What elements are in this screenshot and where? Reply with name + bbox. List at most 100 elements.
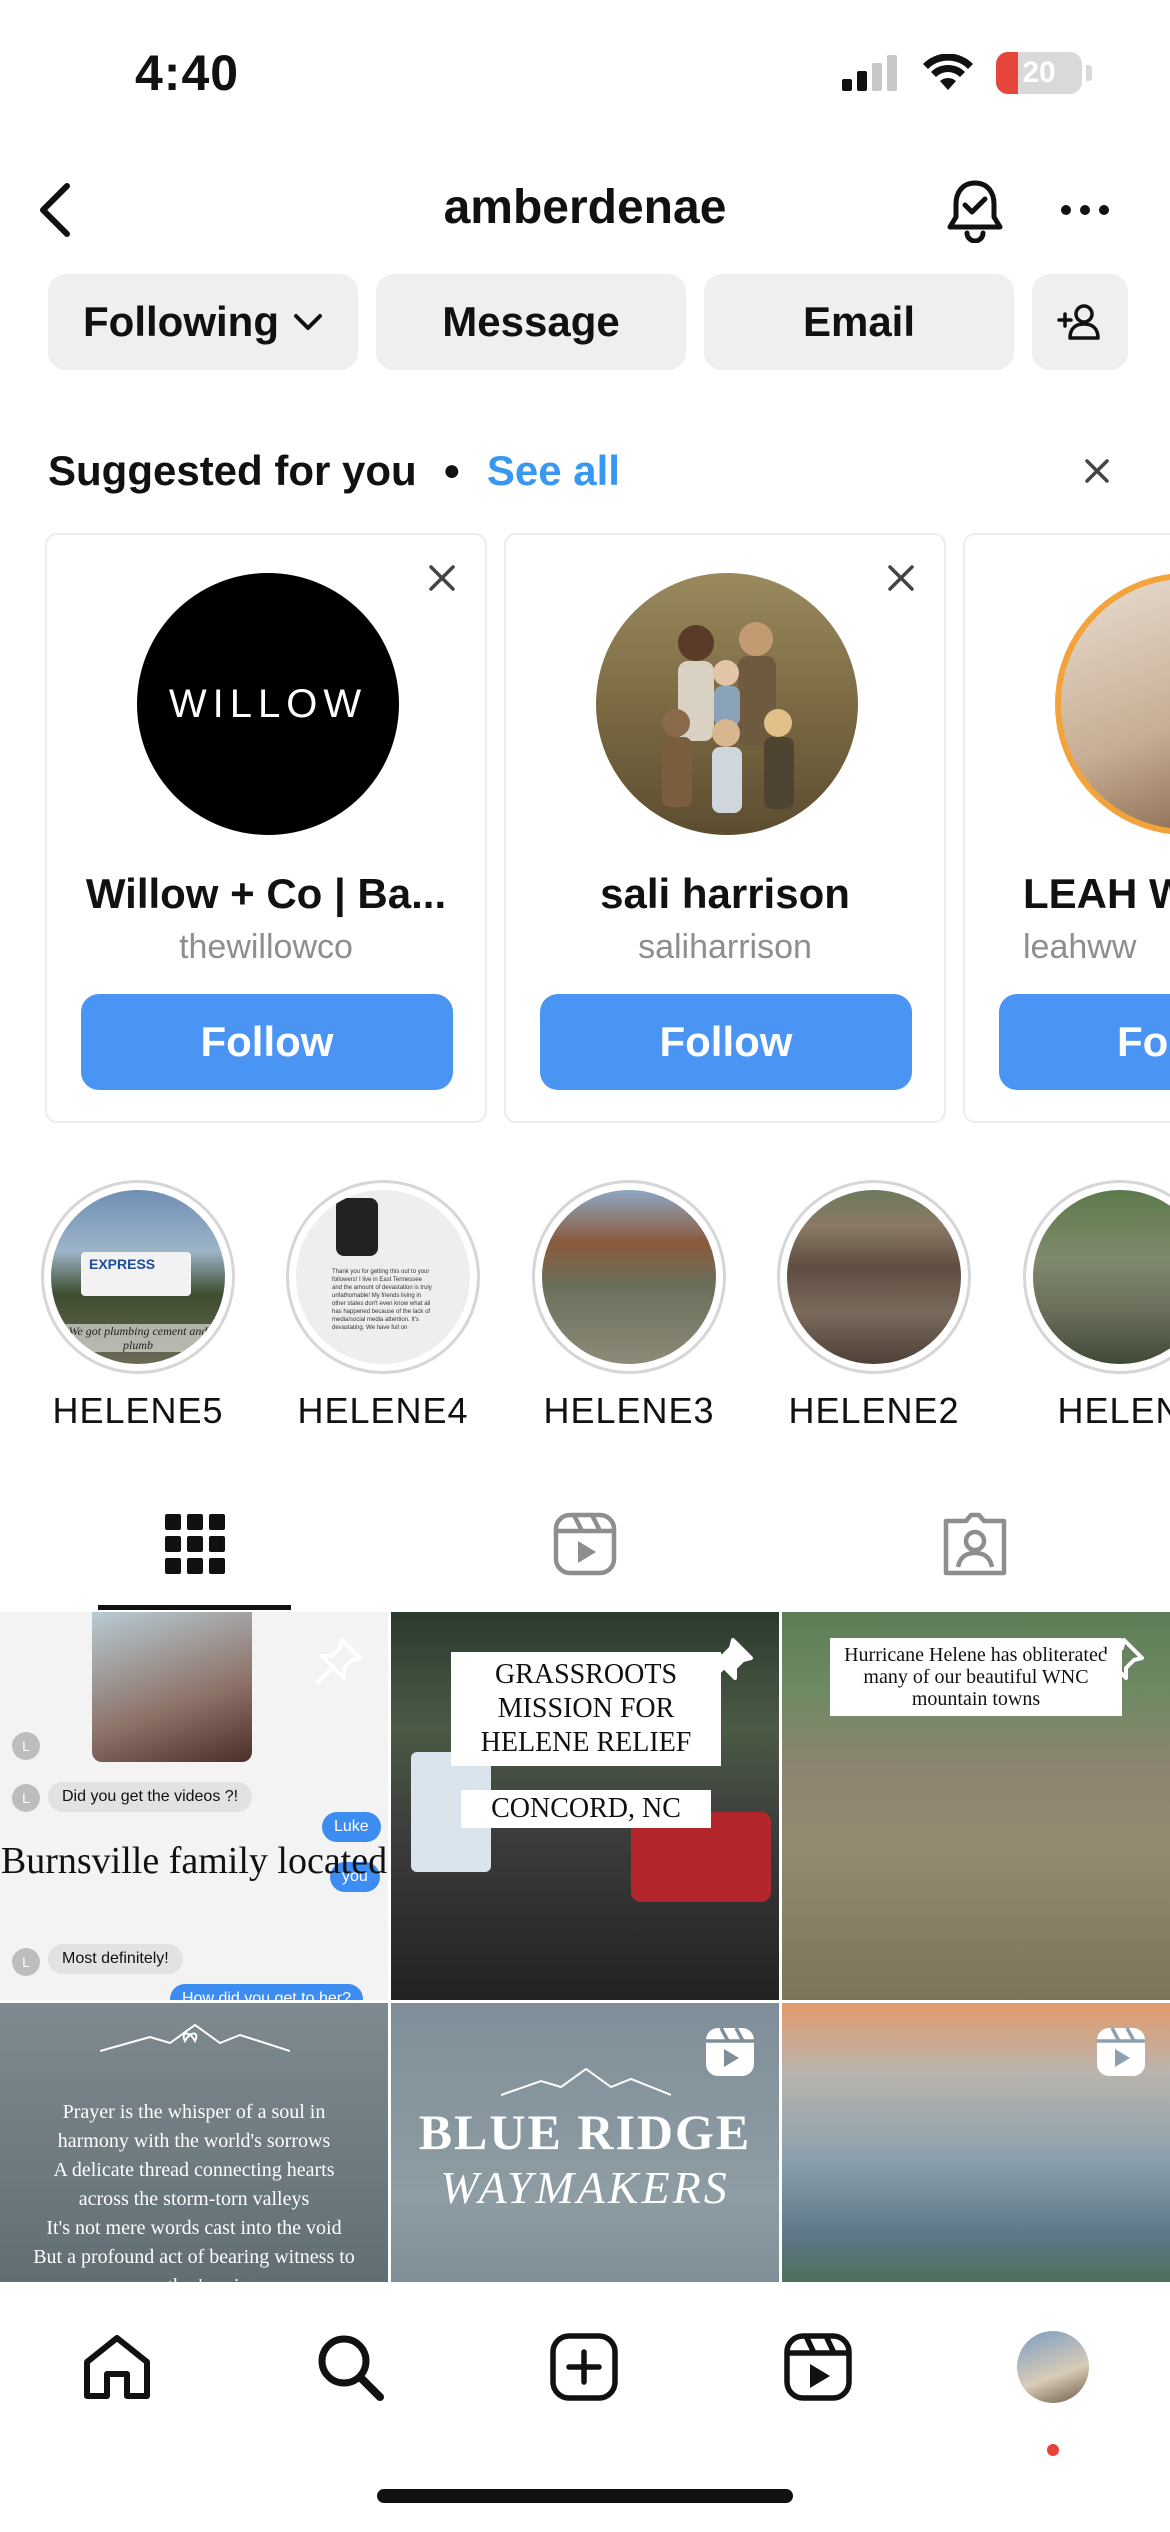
- separator-dot: ●: [442, 454, 461, 487]
- notifications-button[interactable]: [940, 173, 1010, 247]
- post-photo: [92, 1612, 252, 1762]
- suggested-card[interactable]: sali harrison saliharrison Follow: [504, 533, 946, 1123]
- dismiss-card-button[interactable]: [417, 553, 467, 603]
- tagged-icon: [943, 1512, 1007, 1576]
- post-location: CONCORD, NC: [461, 1790, 711, 1828]
- tab-reels[interactable]: [390, 1480, 780, 1608]
- avatar[interactable]: WILLOW: [137, 573, 399, 835]
- follow-button[interactable]: Follow: [540, 994, 912, 1090]
- reels-icon: [553, 1512, 617, 1576]
- highlight-cover: EXPRESS We got plumbing cement and plumb: [51, 1190, 225, 1364]
- highlight-label: HELENE4: [297, 1390, 469, 1431]
- nav-create[interactable]: [539, 2322, 629, 2412]
- post-caption: Burnsville family located: [0, 1840, 388, 1882]
- nav-search[interactable]: [305, 2322, 395, 2412]
- pin-icon: [1098, 1638, 1144, 1684]
- highlight-ring: EXPRESS We got plumbing cement and plumb: [41, 1180, 235, 1374]
- chat-bubble: How did you get to her?: [170, 1984, 363, 2000]
- search-icon: [318, 2335, 384, 2401]
- profile-header: amberdenae: [0, 165, 1170, 255]
- tab-tagged[interactable]: [780, 1480, 1170, 1608]
- grid-icon: [165, 1514, 225, 1574]
- follow-button[interactable]: Follow: [81, 994, 453, 1090]
- close-icon: [429, 565, 455, 591]
- dismiss-suggestions-button[interactable]: [1072, 446, 1122, 496]
- close-icon: [888, 565, 914, 591]
- suggested-header: Suggested for you ● See all: [48, 440, 1122, 502]
- post-poem: Prayer is the whisper of a soul in harmo…: [33, 2101, 355, 2282]
- mountain-logo-icon: [501, 2067, 671, 2096]
- post-grid: L Did you get the videos ?! L Luke you B…: [0, 1612, 1170, 2282]
- post-tile[interactable]: GRASSROOTS MISSION FOR HELENE RELIEF CON…: [391, 1612, 779, 2000]
- post-tile[interactable]: BLUE RIDGE WAYMAKERS: [391, 2003, 779, 2282]
- card-handle: saliharrison: [638, 928, 812, 966]
- see-all-link[interactable]: See all: [487, 447, 620, 495]
- message-label: Message: [442, 298, 620, 345]
- suggested-card[interactable]: LEAH W leahww Fo: [963, 533, 1170, 1123]
- post-tile[interactable]: Hurricane Helene has obliterated many of…: [782, 1612, 1170, 2000]
- post-caption: GRASSROOTS MISSION FOR HELENE RELIEF: [451, 1652, 721, 1766]
- bell-check-icon: [947, 180, 1003, 243]
- post-tile[interactable]: L Did you get the videos ?! L Luke you B…: [0, 1612, 388, 2000]
- highlight-item[interactable]: HELEN: [1020, 1180, 1170, 1432]
- van-image: EXPRESS: [81, 1252, 191, 1296]
- avatar: L: [12, 1784, 40, 1812]
- post-tile[interactable]: Prayer is the whisper of a soul in harmo…: [0, 2003, 388, 2282]
- highlight-item[interactable]: Thank you for getting this out to your f…: [283, 1180, 483, 1432]
- highlight-ring: [777, 1180, 971, 1374]
- dismiss-card-button[interactable]: [876, 553, 926, 603]
- suggested-card[interactable]: WILLOW Willow + Co | Ba... thewillowco F…: [45, 533, 487, 1123]
- card-name: Willow + Co | Ba...: [85, 870, 447, 917]
- card-name: sali harrison: [600, 870, 850, 917]
- post-tile[interactable]: [782, 2003, 1170, 2282]
- family-photo-image: [596, 573, 858, 835]
- card-name: LEAH W: [1023, 870, 1170, 917]
- highlight-cover: Thank you for getting this out to your f…: [296, 1190, 470, 1364]
- highlight-item[interactable]: EXPRESS We got plumbing cement and plumb…: [38, 1180, 238, 1432]
- reel-badge-icon: [1097, 2027, 1145, 2076]
- tab-posts[interactable]: [0, 1480, 390, 1608]
- following-button[interactable]: Following: [48, 274, 358, 370]
- avatar: L: [12, 1732, 40, 1760]
- avatar: [1017, 2331, 1089, 2403]
- highlight-item[interactable]: HELENE3: [529, 1180, 729, 1432]
- message-button[interactable]: Message: [376, 274, 686, 370]
- highlight-label: HELENE2: [788, 1390, 960, 1431]
- avatar[interactable]: [596, 573, 858, 835]
- follow-button[interactable]: Fo: [999, 994, 1170, 1090]
- highlight-ring: Thank you for getting this out to your f…: [286, 1180, 480, 1374]
- post-caption: Hurricane Helene has obliterated many of…: [830, 1638, 1122, 1716]
- reels-icon: [784, 2333, 852, 2401]
- email-button[interactable]: Email: [704, 274, 1014, 370]
- wifi-icon: [923, 54, 973, 90]
- highlight-label: HELEN: [1057, 1390, 1170, 1431]
- avatar[interactable]: [1055, 573, 1170, 835]
- cover-text: Thank you for getting this out to your f…: [332, 1269, 432, 1331]
- highlight-label: HELENE5: [52, 1390, 224, 1431]
- highlight-label: HELENE3: [543, 1390, 715, 1431]
- highlight-ring: [1023, 1180, 1170, 1374]
- highlight-ring: [532, 1180, 726, 1374]
- avatar-logo-text: WILLOW: [168, 681, 368, 726]
- home-icon: [84, 2335, 150, 2399]
- plus-square-icon: [550, 2333, 618, 2401]
- nav-profile[interactable]: [1008, 2322, 1098, 2412]
- battery-level: 20: [1022, 56, 1056, 89]
- chat-bubble: Most definitely!: [48, 1944, 183, 1974]
- add-user-button[interactable]: [1032, 274, 1128, 370]
- card-handle: thewillowco: [179, 928, 353, 966]
- card-handle: leahww: [1023, 928, 1137, 966]
- more-options-button[interactable]: [1050, 175, 1120, 245]
- chat-bubble: Did you get the videos ?!: [48, 1782, 253, 1812]
- cover-caption: We got plumbing cement and plumb: [63, 1324, 213, 1352]
- cellular-signal-icon: [842, 55, 897, 91]
- status-time: 4:40: [135, 45, 240, 101]
- nav-reels[interactable]: [773, 2322, 863, 2412]
- active-tab-indicator: [98, 1605, 291, 1610]
- highlight-item[interactable]: HELENE2: [774, 1180, 974, 1432]
- nav-home[interactable]: [72, 2322, 162, 2412]
- story-highlights: EXPRESS We got plumbing cement and plumb…: [38, 1180, 1170, 1440]
- chevron-down-icon: [293, 314, 322, 330]
- reel-badge-icon: [706, 2027, 754, 2076]
- home-indicator: [377, 2489, 793, 2503]
